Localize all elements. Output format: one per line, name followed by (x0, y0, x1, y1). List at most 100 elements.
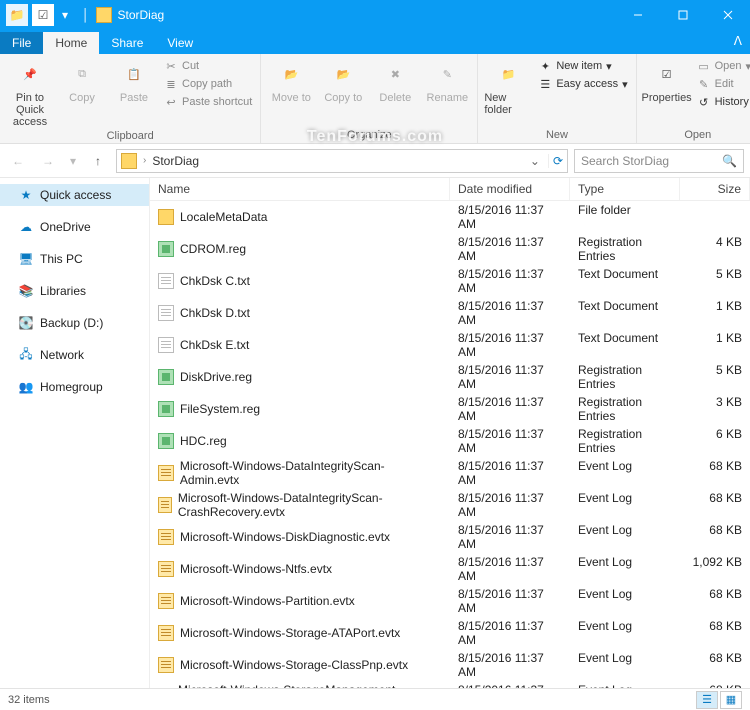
copy-path-button[interactable]: ≣Copy path (162, 76, 254, 92)
properties-button[interactable]: ☑Properties (643, 58, 691, 104)
table-row[interactable]: ChkDsk E.txt8/15/2016 11:37 AMText Docum… (150, 329, 750, 361)
file-icon (158, 369, 174, 385)
breadcrumb[interactable]: › StorDiag ⌄ ⟳ (116, 149, 568, 173)
history-button[interactable]: ↺History (695, 94, 750, 110)
dropdown-icon: ▾ (606, 60, 612, 73)
nav-backup[interactable]: 💽Backup (D:) (0, 312, 149, 334)
file-size: 1,092 KB (680, 554, 750, 584)
table-row[interactable]: CDROM.reg8/15/2016 11:37 AMRegistration … (150, 233, 750, 265)
nav-onedrive[interactable]: ☁OneDrive (0, 216, 149, 238)
table-row[interactable]: ChkDsk C.txt8/15/2016 11:37 AMText Docum… (150, 265, 750, 297)
header-size[interactable]: Size (680, 178, 750, 200)
file-size: 1 KB (680, 330, 750, 360)
table-row[interactable]: Microsoft-Windows-Partition.evtx8/15/201… (150, 585, 750, 617)
edit-button[interactable]: ✎Edit (695, 76, 750, 92)
file-date: 8/15/2016 11:37 AM (450, 202, 570, 232)
edit-icon: ✎ (697, 77, 711, 91)
table-row[interactable]: LocaleMetaData8/15/2016 11:37 AMFile fol… (150, 201, 750, 233)
navigation-pane: ★Quick access ☁OneDrive 🖥This PC 📚Librar… (0, 178, 150, 688)
copy-button[interactable]: ⧉Copy (58, 58, 106, 104)
open-button[interactable]: ▭Open ▾ (695, 58, 750, 74)
tab-view[interactable]: View (155, 32, 205, 54)
table-row[interactable]: DiskDrive.reg8/15/2016 11:37 AMRegistrat… (150, 361, 750, 393)
table-row[interactable]: HDC.reg8/15/2016 11:37 AMRegistration En… (150, 425, 750, 457)
file-date: 8/15/2016 11:37 AM (450, 490, 570, 520)
table-row[interactable]: FileSystem.reg 8/15/2016 11:37 AMRegistra… (150, 393, 750, 425)
header-name[interactable]: Name (150, 178, 450, 200)
file-size: 4 KB (680, 234, 750, 264)
folder-icon (121, 153, 137, 169)
homegroup-icon: 👥 (18, 379, 34, 395)
paste-button[interactable]: 📋Paste (110, 58, 158, 104)
close-button[interactable] (705, 0, 750, 30)
up-button[interactable]: ↑ (86, 149, 110, 173)
details-view-button[interactable]: ☰ (696, 691, 718, 709)
file-date: 8/15/2016 11:37 AM (450, 522, 570, 552)
file-type: Text Document (570, 266, 680, 296)
tab-home[interactable]: Home (43, 32, 99, 54)
copy-to-button[interactable]: 📂Copy to (319, 58, 367, 104)
file-name: Microsoft-Windows-DataIntegrityScan-Cras… (178, 491, 442, 519)
explorer-icon[interactable]: 📁 (6, 4, 28, 26)
table-row[interactable]: Microsoft-Windows-DataIntegrityScan-Admi… (150, 457, 750, 489)
back-button[interactable]: ← (6, 149, 30, 173)
status-bar: 32 items ☰ ▦ (0, 688, 750, 710)
rename-button[interactable]: ✎Rename (423, 58, 471, 104)
file-date: 8/15/2016 11:37 AM (450, 394, 570, 424)
file-size: 68 KB (680, 618, 750, 648)
table-row[interactable]: Microsoft-Windows-Storage-ATAPort.evtx8/… (150, 617, 750, 649)
table-row[interactable]: Microsoft-Windows-Storage-ClassPnp.evtx8… (150, 649, 750, 681)
pc-icon: 🖥 (18, 251, 34, 267)
maximize-button[interactable] (660, 0, 705, 30)
easy-access-button[interactable]: ☰Easy access ▾ (536, 76, 629, 92)
table-row[interactable]: Microsoft-Windows-Ntfs.evtx8/15/2016 11:… (150, 553, 750, 585)
header-type[interactable]: Type (570, 178, 680, 200)
delete-icon: ✖ (379, 58, 411, 90)
nav-this-pc[interactable]: 🖥This PC (0, 248, 149, 270)
search-icon: 🔍 (722, 154, 737, 168)
nav-homegroup[interactable]: 👥Homegroup (0, 376, 149, 398)
new-folder-button[interactable]: 📁New folder (484, 58, 532, 116)
file-date: 8/15/2016 11:37 AM (450, 682, 570, 688)
file-type: Registration Entries (570, 362, 680, 392)
address-dropdown-icon[interactable]: ⌄ (526, 154, 544, 168)
tab-file[interactable]: File (0, 32, 43, 54)
file-icon (158, 433, 174, 449)
file-name: Microsoft-Windows-DiskDiagnostic.evtx (180, 530, 390, 544)
recent-dropdown[interactable]: ▾ (66, 149, 80, 173)
breadcrumb-segment[interactable]: StorDiag (152, 154, 199, 168)
forward-button[interactable]: → (36, 149, 60, 173)
chevron-right-icon[interactable]: › (141, 155, 148, 166)
file-size: 68 KB (680, 682, 750, 688)
pin-button[interactable]: 📌Pin to Quick access (6, 58, 54, 128)
file-name: FileSystem.reg (180, 402, 260, 416)
nav-quick-access[interactable]: ★Quick access (0, 184, 149, 206)
file-type: Registration Entries (570, 394, 680, 424)
header-date[interactable]: Date modified (450, 178, 570, 200)
file-icon (158, 593, 174, 609)
nav-libraries[interactable]: 📚Libraries (0, 280, 149, 302)
qat-dropdown-icon[interactable]: ▾ (58, 8, 72, 22)
paste-shortcut-button[interactable]: ↩Paste shortcut (162, 94, 254, 110)
new-item-button[interactable]: ✦New item ▾ (536, 58, 629, 74)
minimize-button[interactable] (615, 0, 660, 30)
table-row[interactable]: Microsoft-Windows-DiskDiagnostic.evtx 8/1… (150, 521, 750, 553)
icons-view-button[interactable]: ▦ (720, 691, 742, 709)
search-input[interactable]: Search StorDiag 🔍 (574, 149, 744, 173)
tab-share[interactable]: Share (99, 32, 155, 54)
table-row[interactable]: Microsoft-Windows-DataIntegrityScan-Cras… (150, 489, 750, 521)
file-type: Event Log (570, 490, 680, 520)
collapse-ribbon-icon[interactable]: ᐱ (734, 34, 742, 48)
cut-button[interactable]: ✂Cut (162, 58, 254, 74)
move-to-button[interactable]: 📂Move to (267, 58, 315, 104)
refresh-icon[interactable]: ⟳ (548, 154, 563, 168)
delete-button[interactable]: ✖Delete (371, 58, 419, 104)
easy-access-icon: ☰ (538, 77, 552, 91)
cloud-icon: ☁ (18, 219, 34, 235)
table-row[interactable]: Microsoft-Windows-StorageManagement-Oper… (150, 681, 750, 688)
nav-network[interactable]: 🖧Network (0, 344, 149, 366)
table-row[interactable]: ChkDsk D.txt8/15/2016 11:37 AMText Docum… (150, 297, 750, 329)
file-date: 8/15/2016 11:37 AM (450, 266, 570, 296)
copy-icon: ⧉ (66, 58, 98, 90)
properties-qat-icon[interactable]: ☑ (32, 4, 54, 26)
